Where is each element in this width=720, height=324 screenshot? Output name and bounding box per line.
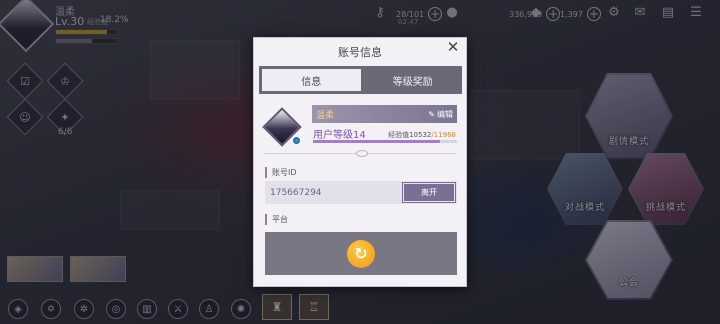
username-bar: 温柔 ✎ 编辑 (312, 105, 457, 123)
account-id-field: 175667294 离开 (265, 181, 457, 204)
username: 温柔 (316, 110, 335, 121)
dialog-tabs: 信息 等级奖励 (259, 66, 462, 94)
platform-label: 平台 (265, 214, 288, 225)
exp-progress-fill (313, 140, 440, 143)
account-id-label: 账号ID (265, 167, 297, 178)
pencil-icon: ✎ (428, 109, 435, 119)
tab-info[interactable]: 信息 (259, 66, 364, 94)
account-info-dialog: 账号信息 ✕ 信息 等级奖励 温柔 ✎ 编辑 用户等级14 经验值10532/1… (253, 37, 467, 287)
exp-readout: 经验值10532/11968 (388, 131, 456, 139)
edit-name-button[interactable]: ✎ 编辑 (428, 109, 453, 120)
user-level: 用户等级14 (313, 130, 366, 141)
close-icon[interactable]: ✕ (446, 40, 460, 55)
divider-ornament (356, 150, 368, 157)
exp-progress-bar (313, 140, 457, 143)
account-id-value: 175667294 (270, 187, 322, 198)
tab-level-rewards[interactable]: 等级奖励 (364, 66, 463, 94)
dialog-title: 账号信息 (338, 46, 382, 59)
edit-label: 编辑 (437, 109, 453, 119)
avatar-badge-icon (292, 136, 301, 145)
platform-box: ↻ (265, 232, 457, 275)
platform-logo-icon[interactable]: ↻ (347, 239, 375, 268)
leave-button[interactable]: 离开 (402, 182, 456, 203)
